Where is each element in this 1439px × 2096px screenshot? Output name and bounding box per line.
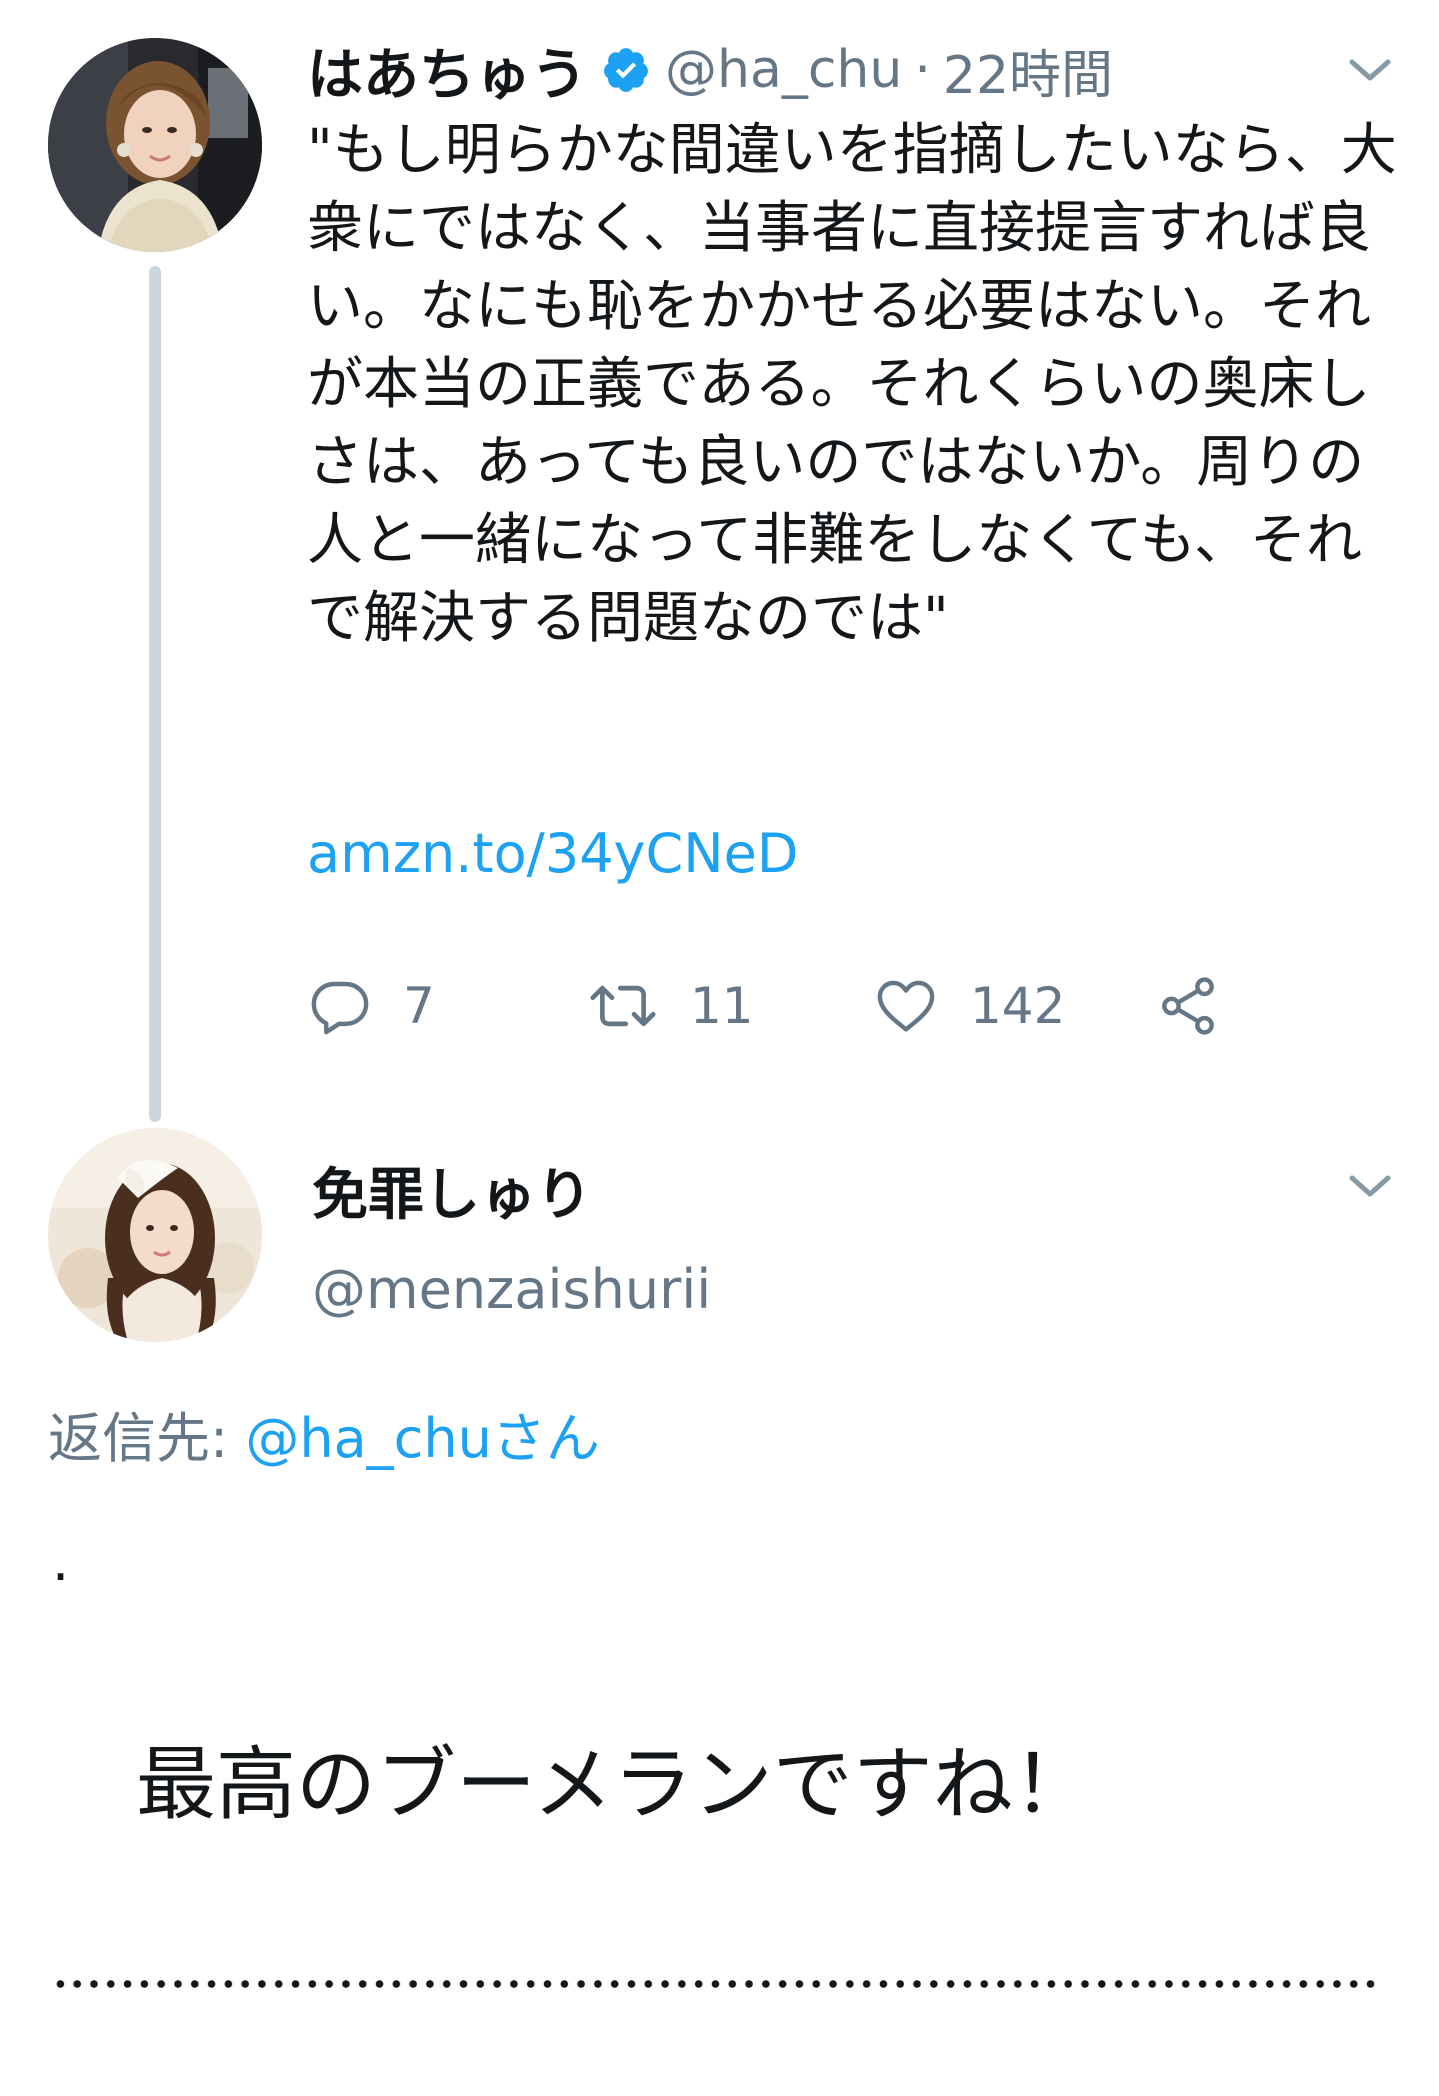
- chevron-down-icon[interactable]: [1346, 56, 1394, 86]
- heart-icon: [877, 980, 935, 1032]
- reply-count: 7: [403, 977, 435, 1035]
- tweet1-handle[interactable]: @ha_chu: [665, 40, 902, 100]
- like-button[interactable]: 142: [872, 966, 1065, 1046]
- reply-button[interactable]: 7: [307, 966, 435, 1046]
- avatar-ha-chu-image: [48, 38, 262, 252]
- share-icon: [1162, 977, 1214, 1035]
- like-count: 142: [970, 977, 1066, 1035]
- tweet1-link[interactable]: amzn.to/34yCNeD: [307, 822, 798, 885]
- tweet1-display-name[interactable]: はあちゅう: [307, 30, 587, 111]
- share-button[interactable]: [1155, 966, 1221, 1046]
- retweet-button[interactable]: 11: [586, 966, 754, 1046]
- dotted-divider: [52, 1978, 1382, 1990]
- reply-icon: [311, 981, 369, 1035]
- retweet-icon: [590, 985, 656, 1027]
- tweet1-separator: ·: [914, 40, 931, 100]
- verified-badge-icon: [601, 45, 651, 95]
- tweet2-display-name[interactable]: 免罪しゅり: [312, 1150, 592, 1231]
- tweet2-body: 最高のブーメランですね！: [136, 1738, 1093, 1831]
- reply-to-mention[interactable]: @ha_chuさん: [245, 1407, 599, 1470]
- avatar-menzaishurii-image: [48, 1128, 262, 1342]
- chevron-down-icon[interactable]: [1346, 1172, 1394, 1202]
- reply-to-label: 返信先:: [48, 1407, 246, 1470]
- avatar-menzaishurii[interactable]: [48, 1128, 262, 1342]
- tweet1-text: "もし明らかな間違いを指摘したいなら、大衆にではなく、当事者に直接提言すれば良い…: [307, 118, 1397, 651]
- tweet1-time[interactable]: 22時間: [943, 33, 1113, 108]
- tweet2-dot: .: [52, 1530, 70, 1593]
- tweet1-header: はあちゅう @ha_chu · 22時間: [307, 30, 1113, 110]
- tweet2-handle[interactable]: @menzaishurii: [312, 1258, 711, 1321]
- thread-line: [149, 266, 161, 1122]
- retweet-count: 11: [690, 977, 754, 1035]
- reply-to-line: 返信先: @ha_chuさん: [48, 1394, 600, 1473]
- avatar-ha-chu[interactable]: [48, 38, 262, 252]
